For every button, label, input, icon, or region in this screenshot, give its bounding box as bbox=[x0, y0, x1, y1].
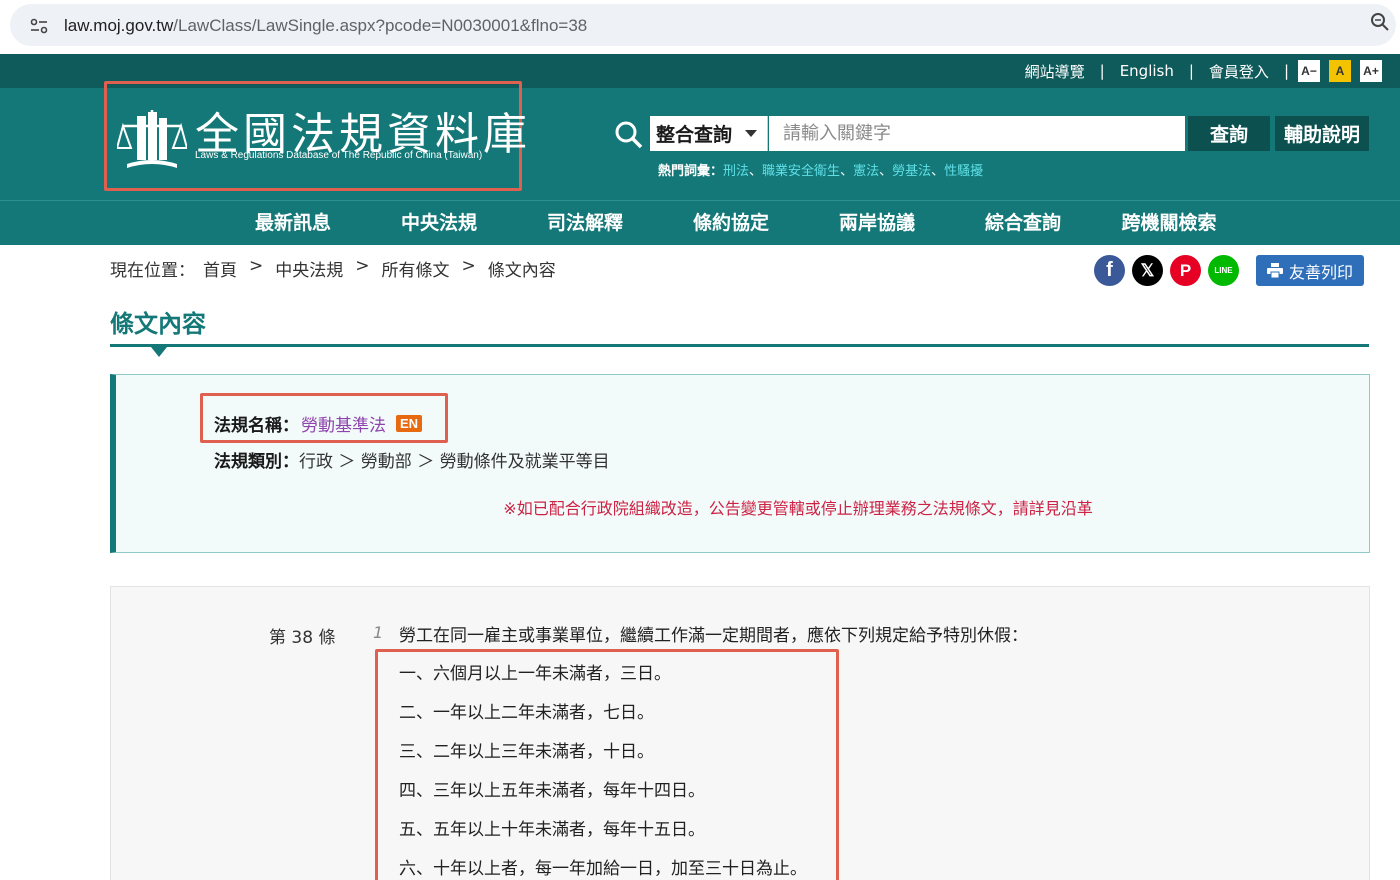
law-category-row: 法規類別：行政 ＞ 勞動部 ＞ 勞動條件及就業平等目 bbox=[214, 447, 610, 472]
browser-bar: law.moj.gov.tw/LawClass/LawSingle.aspx?p… bbox=[0, 0, 1400, 54]
article-item: 六、十年以上者，每一年加給一日，加至三十日為止。 bbox=[399, 859, 807, 879]
law-category-label: 法規類別： bbox=[214, 452, 299, 472]
search-icon bbox=[615, 121, 643, 149]
breadcrumb-all-articles[interactable]: 所有條文 bbox=[382, 256, 450, 281]
divider: 、 bbox=[879, 164, 893, 179]
search-type-select[interactable]: 整合查詢 bbox=[650, 116, 768, 151]
font-size-medium-button[interactable]: A bbox=[1329, 60, 1351, 82]
article-item: 五、五年以上十年未滿者，每年十五日。 bbox=[399, 820, 705, 840]
search-button[interactable]: 查詢 bbox=[1188, 116, 1270, 151]
main-nav: 最新訊息 中央法規 司法解釋 條約協定 兩岸協議 綜合查詢 跨機關檢索 bbox=[0, 200, 1400, 245]
address-bar[interactable]: law.moj.gov.tw/LawClass/LawSingle.aspx?p… bbox=[10, 4, 1396, 46]
english-version-badge[interactable]: EN bbox=[396, 415, 423, 432]
breadcrumb: 現在位置： 首頁 > 中央法規 > 所有條文 > 條文內容 bbox=[110, 256, 556, 281]
article-main-text: 勞工在同一雇主或事業單位，繼續工作滿一定期間者，應依下列規定給予特別休假： bbox=[399, 626, 1028, 646]
login-link[interactable]: 會員登入 bbox=[1194, 61, 1284, 82]
chevron-down-icon bbox=[745, 130, 757, 137]
font-size-large-button[interactable]: A+ bbox=[1360, 60, 1382, 82]
paragraph-number: 1 bbox=[373, 623, 384, 642]
law-category-value: 行政 ＞ 勞動部 ＞ 勞動條件及就業平等目 bbox=[299, 452, 610, 472]
page-title: 條文內容 bbox=[110, 310, 206, 338]
nav-item-integrated[interactable]: 綜合查詢 bbox=[950, 201, 1096, 246]
breadcrumb-central-laws[interactable]: 中央法規 bbox=[275, 256, 343, 281]
law-name-row: 法規名稱： 勞動基準法 EN bbox=[214, 411, 423, 436]
law-info-panel: 法規名稱： 勞動基準法 EN 法規類別：行政 ＞ 勞動部 ＞ 勞動條件及就業平等… bbox=[110, 374, 1370, 553]
divider: 、 bbox=[931, 164, 945, 179]
law-name-label: 法規名稱： bbox=[214, 416, 299, 436]
hot-word-link[interactable]: 性騷擾 bbox=[944, 164, 983, 179]
breadcrumb-label: 現在位置： bbox=[110, 261, 195, 281]
hot-word-link[interactable]: 刑法 bbox=[723, 164, 749, 179]
help-button[interactable]: 輔助說明 bbox=[1275, 116, 1369, 151]
printer-icon bbox=[1266, 263, 1283, 278]
english-link[interactable]: English bbox=[1105, 62, 1189, 80]
article-number: 第 38 條 bbox=[269, 628, 336, 648]
zoom-icon[interactable] bbox=[1370, 12, 1390, 32]
nav-item-news[interactable]: 最新訊息 bbox=[220, 201, 366, 246]
breadcrumb-separator: > bbox=[355, 256, 370, 276]
url-path: /LawClass/LawSingle.aspx?pcode=N0030001&… bbox=[173, 16, 588, 35]
breadcrumb-current: 條文內容 bbox=[487, 261, 556, 281]
hot-words: 熱門詞彙：刑法、職業安全衛生、憲法、勞基法、性騷擾 bbox=[658, 160, 983, 179]
nav-item-central-laws[interactable]: 中央法規 bbox=[366, 201, 512, 246]
reorganization-notice[interactable]: ※如已配合行政院組織改造，公告變更管轄或停止辦理業務之法規條文，請詳見沿革 bbox=[116, 495, 1370, 519]
facebook-icon[interactable]: f bbox=[1094, 255, 1125, 286]
logo-subtitle: Laws & Regulations Database of The Repub… bbox=[195, 150, 483, 161]
print-button[interactable]: 友善列印 bbox=[1256, 255, 1364, 286]
article-item: 四、三年以上五年未滿者，每年十四日。 bbox=[399, 781, 705, 801]
print-label: 友善列印 bbox=[1288, 262, 1353, 282]
url-text[interactable]: law.moj.gov.tw/LawClass/LawSingle.aspx?p… bbox=[64, 16, 587, 36]
hot-word-link[interactable]: 憲法 bbox=[853, 164, 879, 179]
divider: | bbox=[1283, 62, 1289, 80]
nav-item-cross-agency[interactable]: 跨機關檢索 bbox=[1096, 201, 1242, 246]
law-name-link[interactable]: 勞動基準法 bbox=[301, 411, 386, 436]
share-bar: f 𝕏 P LINE 友善列印 bbox=[1094, 255, 1364, 286]
article-item: 三、二年以上三年未滿者，十日。 bbox=[399, 742, 654, 762]
article-panel: 第 38 條 1 勞工在同一雇主或事業單位，繼續工作滿一定期間者，應依下列規定給… bbox=[110, 586, 1370, 880]
breadcrumb-home[interactable]: 首頁 bbox=[203, 256, 237, 281]
breadcrumb-separator: > bbox=[249, 256, 264, 276]
divider: 、 bbox=[749, 164, 763, 179]
hot-words-label: 熱門詞彙： bbox=[658, 164, 724, 179]
divider: 、 bbox=[840, 164, 854, 179]
search-input[interactable] bbox=[769, 116, 1185, 151]
x-icon[interactable]: 𝕏 bbox=[1132, 255, 1163, 286]
site-header: 全國法規資料庫 Laws & Regulations Database of T… bbox=[0, 81, 1400, 200]
hot-word-link[interactable]: 勞基法 bbox=[892, 164, 931, 179]
site-info-icon[interactable] bbox=[30, 18, 48, 34]
nav-item-treaties[interactable]: 條約協定 bbox=[658, 201, 804, 246]
hot-word-link[interactable]: 職業安全衛生 bbox=[762, 164, 840, 179]
url-host: law.moj.gov.tw bbox=[64, 16, 174, 35]
nav-item-judicial[interactable]: 司法解釋 bbox=[512, 201, 658, 246]
title-underline bbox=[110, 344, 1369, 347]
plurk-icon[interactable]: P bbox=[1170, 255, 1201, 286]
sitemap-link[interactable]: 網站導覽 bbox=[1010, 61, 1100, 82]
search-area: 整合查詢 查詢 輔助說明 熱門詞彙：刑法、職業安全衛生、憲法、勞基法、性騷擾 bbox=[614, 116, 1374, 186]
search-type-label: 整合查詢 bbox=[656, 124, 733, 146]
logo-link[interactable]: 全國法規資料庫 Laws & Regulations Database of T… bbox=[104, 81, 527, 191]
books-scale-icon bbox=[117, 110, 187, 168]
font-size-small-button[interactable]: A− bbox=[1298, 60, 1320, 82]
title-notch bbox=[151, 347, 167, 357]
breadcrumb-separator: > bbox=[461, 256, 476, 276]
nav-item-cross-strait[interactable]: 兩岸協議 bbox=[804, 201, 950, 246]
article-item: 二、一年以上二年未滿者，七日。 bbox=[399, 703, 654, 723]
article-item: 一、六個月以上一年未滿者，三日。 bbox=[399, 664, 671, 684]
line-icon[interactable]: LINE bbox=[1208, 255, 1239, 286]
